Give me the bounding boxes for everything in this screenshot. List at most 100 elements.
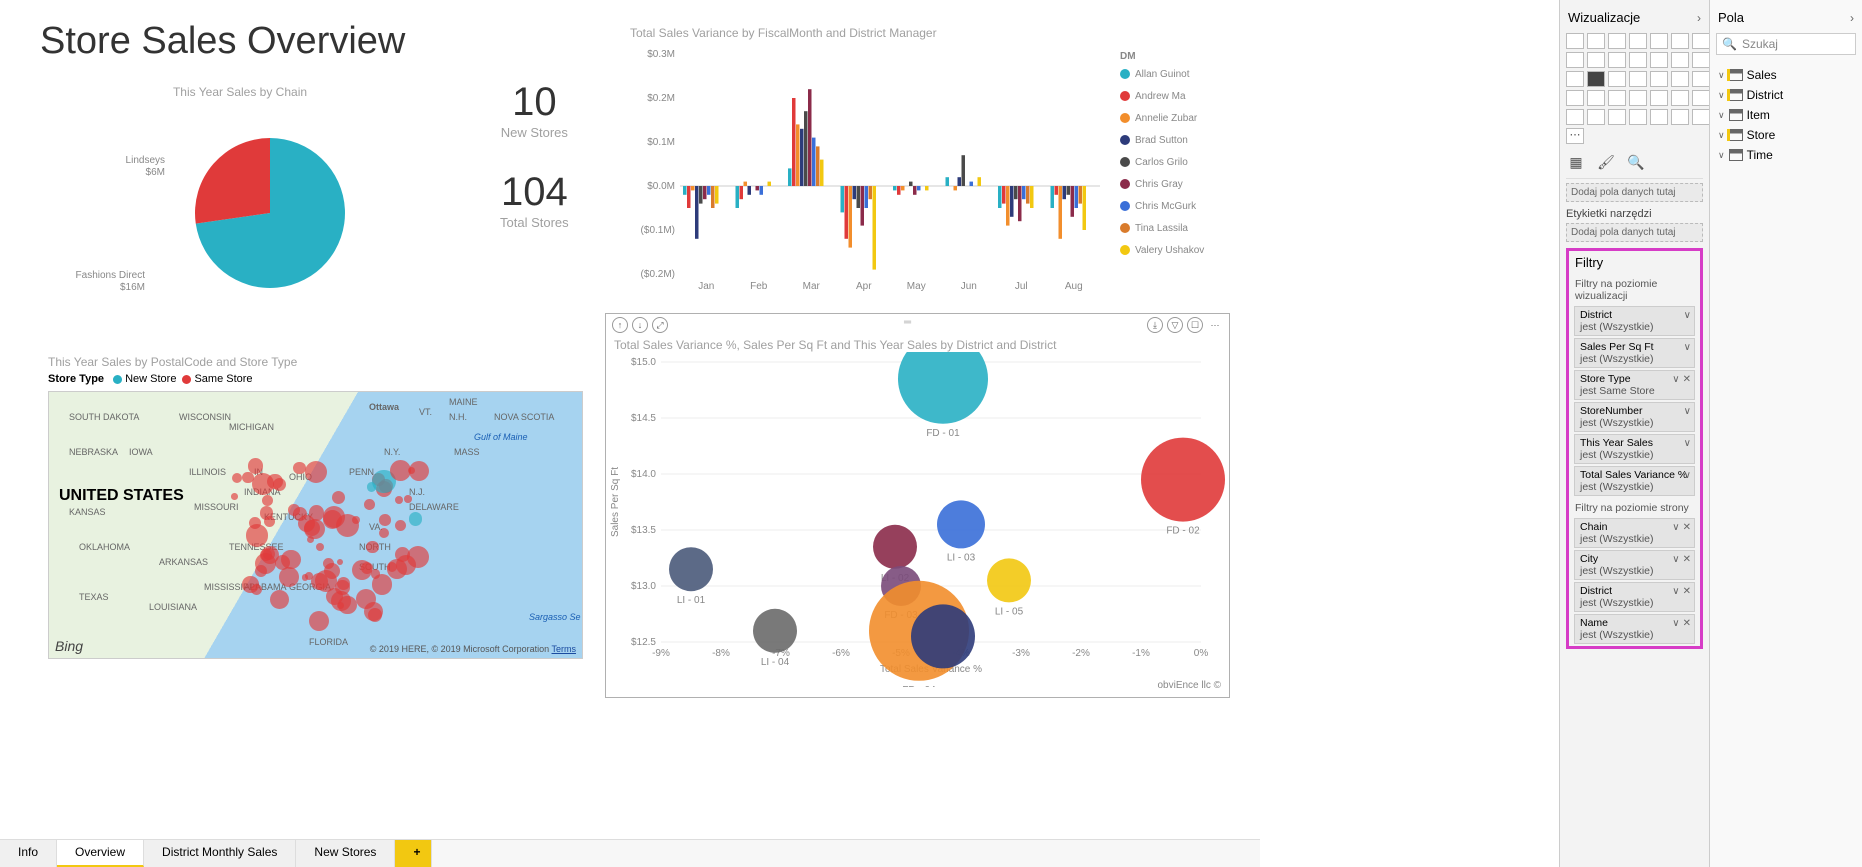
filter-name[interactable]: Namejest (Wszystkie) ∨✕ xyxy=(1574,614,1695,644)
viz-type-2[interactable] xyxy=(1608,33,1626,49)
add-page-button[interactable]: + xyxy=(395,840,432,867)
viz-type-24[interactable] xyxy=(1629,90,1647,106)
filter-district[interactable]: Districtjest (Wszystkie) ∨ xyxy=(1574,306,1695,336)
viz-type-32[interactable] xyxy=(1650,109,1668,125)
viz-type-34[interactable] xyxy=(1692,109,1709,125)
remove-filter-icon[interactable]: ✕ xyxy=(1683,618,1691,629)
map-visual[interactable]: This Year Sales by PostalCode and Store … xyxy=(48,355,588,659)
spotlight-icon[interactable]: ☐ xyxy=(1187,317,1203,333)
viz-type-6[interactable] xyxy=(1692,33,1709,49)
viz-type-14[interactable] xyxy=(1566,71,1584,87)
chevron-down-icon[interactable]: ∨ xyxy=(1672,522,1679,533)
svg-text:($0.1M): ($0.1M) xyxy=(641,225,675,236)
filter-store-type[interactable]: Store Typejest Same Store ∨✕ xyxy=(1574,370,1695,400)
chevron-down-icon[interactable]: ∨ xyxy=(1684,406,1691,417)
drill-down-icon[interactable]: ↓ xyxy=(632,317,648,333)
svg-text:DM: DM xyxy=(1120,51,1136,62)
filter-this-year-sales[interactable]: This Year Salesjest (Wszystkie) ∨ xyxy=(1574,434,1695,464)
chevron-down-icon[interactable]: ∨ xyxy=(1672,586,1679,597)
collapse-fields-pane-icon[interactable]: › xyxy=(1850,11,1854,25)
expand-icon[interactable]: ⤢ xyxy=(652,317,668,333)
viz-type-11[interactable] xyxy=(1650,52,1668,68)
tab-district-monthly-sales[interactable]: District Monthly Sales xyxy=(144,840,296,867)
filter-chain[interactable]: Chainjest (Wszystkie) ∨✕ xyxy=(1574,518,1695,548)
remove-filter-icon[interactable]: ✕ xyxy=(1683,374,1691,385)
viz-type-8[interactable] xyxy=(1587,52,1605,68)
svg-text:$12.5: $12.5 xyxy=(631,637,656,648)
viz-type-28[interactable] xyxy=(1566,109,1584,125)
export-icon[interactable]: ⤓ xyxy=(1147,317,1163,333)
table-item[interactable]: ∨ Item xyxy=(1716,105,1856,125)
chevron-down-icon[interactable]: ∨ xyxy=(1672,618,1679,629)
viz-type-15[interactable] xyxy=(1587,71,1605,87)
viz-type-12[interactable] xyxy=(1671,52,1689,68)
viz-type-17[interactable] xyxy=(1629,71,1647,87)
viz-type-9[interactable] xyxy=(1608,52,1626,68)
tab-new-stores[interactable]: New Stores xyxy=(296,840,395,867)
viz-type-16[interactable] xyxy=(1608,71,1626,87)
scatter-visual[interactable]: ↑ ↓ ⤢ ═ ⤓ ▽ ☐ ⋯ Total Sales Variance %, … xyxy=(605,313,1230,698)
pie-chart[interactable]: This Year Sales by Chain Fashions Direct… xyxy=(50,85,430,328)
remove-filter-icon[interactable]: ✕ xyxy=(1683,554,1691,565)
fields-tab-icon[interactable]: ▦ xyxy=(1566,152,1586,172)
collapse-viz-pane-icon[interactable]: › xyxy=(1697,11,1701,25)
viz-type-21[interactable] xyxy=(1566,90,1584,106)
viz-type-0[interactable] xyxy=(1566,33,1584,49)
format-tab-icon[interactable]: 🖌 xyxy=(1596,152,1616,172)
svg-text:Jun: Jun xyxy=(961,281,977,292)
filter-sales-per-sq-ft[interactable]: Sales Per Sq Ftjest (Wszystkie) ∨ xyxy=(1574,338,1695,368)
svg-text:Jan: Jan xyxy=(698,281,714,292)
viz-type-27[interactable] xyxy=(1692,90,1709,106)
filter-storenumber[interactable]: StoreNumberjest (Wszystkie) ∨ xyxy=(1574,402,1695,432)
chevron-down-icon[interactable]: ∨ xyxy=(1684,470,1691,481)
viz-type-4[interactable] xyxy=(1650,33,1668,49)
viz-type-23[interactable] xyxy=(1608,90,1626,106)
filter-icon[interactable]: ▽ xyxy=(1167,317,1183,333)
viz-type-7[interactable] xyxy=(1566,52,1584,68)
viz-type-19[interactable] xyxy=(1671,71,1689,87)
filter-city[interactable]: Cityjest (Wszystkie) ∨✕ xyxy=(1574,550,1695,580)
viz-type-1[interactable] xyxy=(1587,33,1605,49)
svg-text:Allan Guinot: Allan Guinot xyxy=(1135,69,1190,80)
map-canvas[interactable]: UNITED STATES SOUTH DAKOTAWISCONSINNEBRA… xyxy=(48,391,583,659)
analytics-tab-icon[interactable]: 🔍 xyxy=(1626,152,1646,172)
remove-filter-icon[interactable]: ✕ xyxy=(1683,522,1691,533)
viz-type-30[interactable] xyxy=(1608,109,1626,125)
chevron-down-icon[interactable]: ∨ xyxy=(1684,310,1691,321)
fields-search-input[interactable]: 🔍 Szukaj xyxy=(1716,33,1856,55)
viz-type-5[interactable] xyxy=(1671,33,1689,49)
tooltip-field-well[interactable]: Dodaj pola danych tutaj xyxy=(1566,223,1703,242)
remove-filter-icon[interactable]: ✕ xyxy=(1683,586,1691,597)
table-district[interactable]: ∨ District xyxy=(1716,85,1856,105)
chevron-down-icon[interactable]: ∨ xyxy=(1672,554,1679,565)
chevron-down-icon[interactable]: ∨ xyxy=(1684,438,1691,449)
viz-type-18[interactable] xyxy=(1650,71,1668,87)
filter-district[interactable]: Districtjest (Wszystkie) ∨✕ xyxy=(1574,582,1695,612)
chevron-down-icon[interactable]: ∨ xyxy=(1684,342,1691,353)
drag-handle-icon[interactable]: ═ xyxy=(672,317,1143,333)
viz-type-3[interactable] xyxy=(1629,33,1647,49)
chevron-down-icon[interactable]: ∨ xyxy=(1672,374,1679,385)
map-terms-link[interactable]: Terms xyxy=(552,644,577,654)
viz-type-22[interactable] xyxy=(1587,90,1605,106)
kpi-total-stores-value: 104 xyxy=(500,170,569,215)
table-time[interactable]: ∨ Time xyxy=(1716,145,1856,165)
viz-type-25[interactable] xyxy=(1650,90,1668,106)
viz-type-13[interactable] xyxy=(1692,52,1709,68)
viz-type-29[interactable] xyxy=(1587,109,1605,125)
tab-overview[interactable]: Overview xyxy=(57,840,144,867)
tab-info[interactable]: Info xyxy=(0,840,57,867)
viz-type-35[interactable] xyxy=(1566,128,1584,144)
field-well[interactable]: Dodaj pola danych tutaj xyxy=(1566,183,1703,202)
table-sales[interactable]: ∨ Sales xyxy=(1716,65,1856,85)
viz-type-20[interactable] xyxy=(1692,71,1709,87)
viz-type-31[interactable] xyxy=(1629,109,1647,125)
drill-up-icon[interactable]: ↑ xyxy=(612,317,628,333)
filter-total-sales-variance-[interactable]: Total Sales Variance %jest (Wszystkie) ∨ xyxy=(1574,466,1695,496)
table-store[interactable]: ∨ Store xyxy=(1716,125,1856,145)
more-options-icon[interactable]: ⋯ xyxy=(1207,317,1223,333)
bar-chart[interactable]: Total Sales Variance by FiscalMonth and … xyxy=(630,26,1230,309)
viz-type-26[interactable] xyxy=(1671,90,1689,106)
viz-type-33[interactable] xyxy=(1671,109,1689,125)
viz-type-10[interactable] xyxy=(1629,52,1647,68)
